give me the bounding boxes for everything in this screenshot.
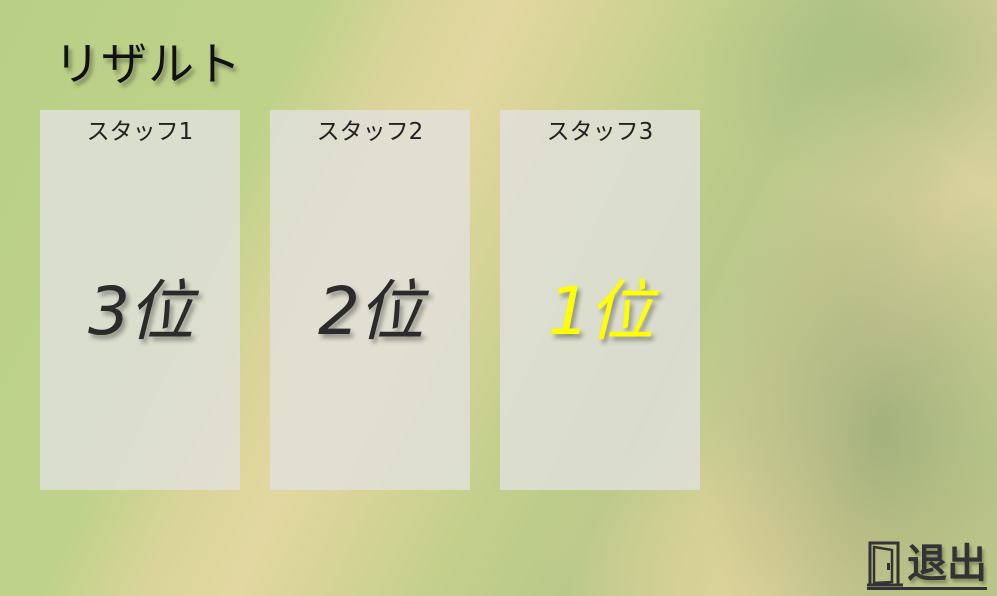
staff-name: スタッフ2	[316, 119, 424, 145]
staff-rank: 2位	[318, 273, 424, 350]
door-icon	[867, 541, 903, 587]
staff-name: スタッフ1	[86, 119, 194, 145]
staff-rank: 3位	[88, 273, 194, 350]
exit-label: 退出	[907, 541, 987, 587]
staff-name: スタッフ3	[546, 119, 654, 145]
staff-rank-winner: 1位	[548, 273, 654, 350]
exit-button[interactable]: 退出	[867, 541, 987, 590]
result-card-staff-3: スタッフ3 1位	[500, 110, 700, 490]
result-card-staff-2: スタッフ2 2位	[270, 110, 470, 490]
result-card-staff-1: スタッフ1 3位	[40, 110, 240, 490]
page-title: リザルト	[54, 37, 242, 91]
